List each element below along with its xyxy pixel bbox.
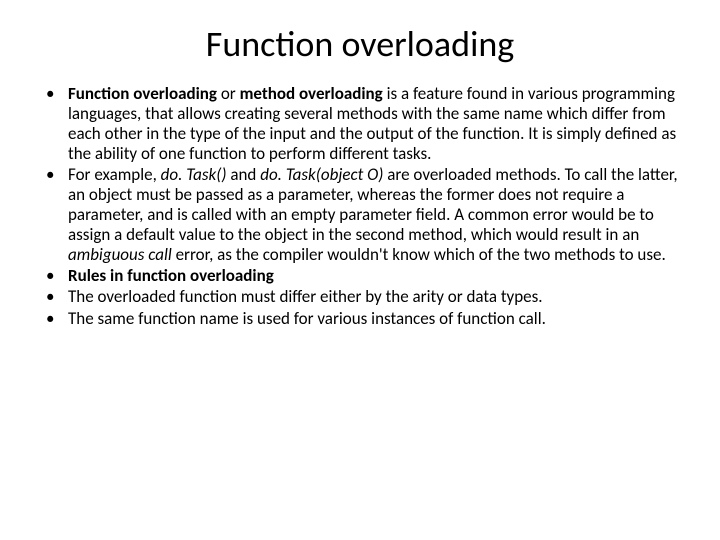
text-italic: ambiguous call [68,244,176,265]
text: and [230,164,260,185]
text: The overloaded function must differ eith… [68,286,543,307]
list-item: The overloaded function must differ eith… [68,287,680,307]
list-item: Function overloading or method overloadi… [68,84,680,164]
list-item: For example, do. Task() and do. Task(obj… [68,165,680,265]
text-italic: do. Task() [161,164,231,185]
text-bold: method overloading [240,83,387,104]
list-item: Rules in function overloading [68,266,680,286]
list-item: The same function name is used for vario… [68,309,680,329]
text-bold: Rules in function overloading [68,265,274,286]
text: The same function name is used for vario… [68,308,546,329]
text-bold: Function overloading [68,83,221,104]
text: or [221,83,240,104]
slide-title: Function overloading [40,22,680,66]
text: For example, [68,164,161,185]
text: error, as the compiler wouldn't know whi… [176,244,666,265]
text-italic: do. Task(object O) [260,164,387,185]
bullet-list: Function overloading or method overloadi… [40,84,680,329]
